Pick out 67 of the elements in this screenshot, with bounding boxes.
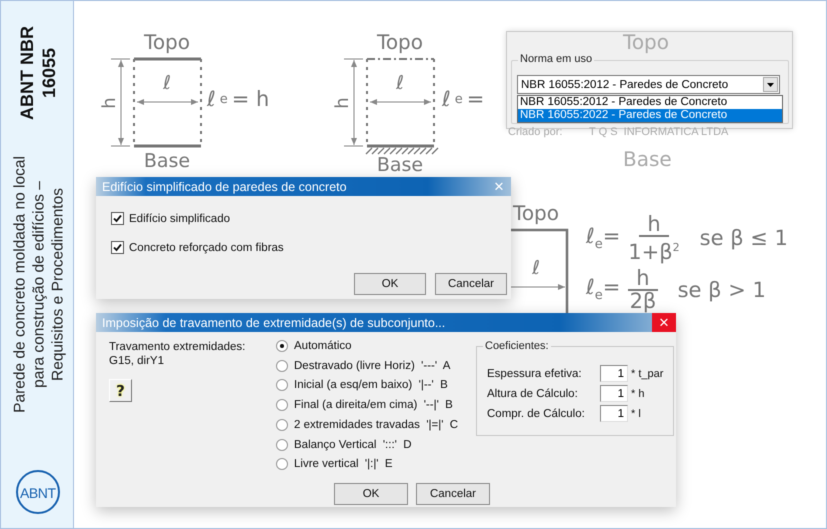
input-field[interactable]: 1: [600, 385, 628, 402]
radio-label: Livre vertical '|:|' E: [294, 458, 393, 470]
unit-label: * t_par: [631, 368, 664, 380]
group-label: Norma em uso: [518, 53, 594, 65]
top-label: Topo: [377, 30, 423, 54]
standard-subtitle: Parede de concreto moldada no local para construção de edifícios – Requisitos e Procedimentos: [10, 155, 68, 415]
bracing-info: Travamento extremidades: G15, dirY1: [109, 340, 246, 368]
dialog-button[interactable]: OK: [354, 273, 426, 295]
dropdown-icon[interactable]: [763, 77, 778, 92]
unit-label: * l: [631, 408, 641, 420]
radio-button[interactable]: [276, 418, 288, 431]
created-by-value: T Q S INFORMATICA LTDA: [589, 126, 728, 138]
length-label: ℓ: [532, 257, 540, 279]
formula-lhs: ℓ$_{e}$=: [586, 224, 620, 252]
length-dimension-arrow: [136, 99, 198, 105]
help-button[interactable]: ?: [109, 379, 132, 402]
length-label: ℓ: [396, 72, 404, 94]
radio-label: Destravado (livre Horiz) '---' A: [294, 360, 450, 372]
dialog-title: Edifício simplificado de paredes de concreto: [101, 180, 347, 194]
base-label: Base: [144, 150, 190, 172]
radio-label: Balanço Vertical ':::' D: [294, 438, 412, 450]
checkbox[interactable]: [111, 212, 124, 225]
input-field[interactable]: 1: [600, 365, 628, 382]
logo: ABNT: [15, 469, 61, 515]
radio-button[interactable]: [276, 379, 288, 392]
field-label: Compr. de Cálculo:: [487, 408, 586, 420]
base-label: Base: [376, 154, 424, 176]
checkbox-label: Concreto reforçado com fibras: [129, 242, 284, 254]
fraction: h 2β: [627, 267, 659, 312]
length-dimension-arrow: [370, 99, 432, 105]
fraction: h 1+β$^{2}$: [627, 213, 681, 263]
top-label: Topo: [144, 30, 190, 54]
radio-button[interactable]: [276, 458, 288, 470]
dialog-button[interactable]: OK: [334, 483, 408, 505]
radio-label: Final (a direita/em cima) '--|' B: [294, 399, 453, 412]
standard-title: ABNT NBR 16055: [16, 25, 60, 122]
close-button[interactable]: ×: [652, 313, 676, 332]
standard-dropdown[interactable]: NBR 16055:2012 - Paredes de Concreto: [517, 75, 780, 94]
dropdown-option[interactable]: NBR 16055:2022 - Paredes de Concreto: [518, 109, 782, 122]
radio-button[interactable]: [276, 340, 288, 352]
checkbox[interactable]: [111, 241, 124, 254]
radio-button[interactable]: [276, 360, 288, 372]
top-label: Topo: [513, 201, 559, 225]
dialog-button[interactable]: Cancelar: [416, 483, 490, 505]
dialog-title: Imposição de travamento de extremidade(s) de subconjunto...: [101, 316, 446, 330]
radio-button[interactable]: [276, 438, 288, 450]
input-field[interactable]: 1: [600, 405, 628, 422]
height-label: h: [332, 97, 353, 109]
radio-button[interactable]: [276, 399, 288, 412]
field-label: Espessura efetiva:: [487, 368, 583, 380]
length-label: ℓ: [163, 72, 171, 94]
checkbox-label: Edifício simplificado: [129, 212, 230, 224]
unit-label: * h: [631, 388, 644, 400]
formula-condition: se β ≤ 1: [700, 226, 788, 250]
created-by-label: Criado por:: [508, 126, 562, 138]
faded-base-label: Base: [623, 147, 672, 171]
radio-label: 2 extremidades travadas '|=|' C: [294, 418, 458, 431]
formula-condition: se β > 1: [678, 278, 766, 302]
radio-label: Inicial (a esq/em baixo) '|--' B: [294, 379, 448, 392]
height-label: h: [99, 97, 120, 109]
dropdown-option[interactable]: NBR 16055:2012 - Paredes de Concreto: [518, 96, 782, 109]
radio-label: Automático: [294, 340, 352, 352]
group-label: Coeficientes:: [483, 340, 551, 352]
faded-top-label: Topo: [623, 32, 669, 52]
dialog-button[interactable]: Cancelar: [435, 273, 507, 295]
formula-lhs: ℓ$_{e}$=: [586, 275, 620, 304]
field-label: Altura de Cálculo:: [487, 388, 579, 400]
